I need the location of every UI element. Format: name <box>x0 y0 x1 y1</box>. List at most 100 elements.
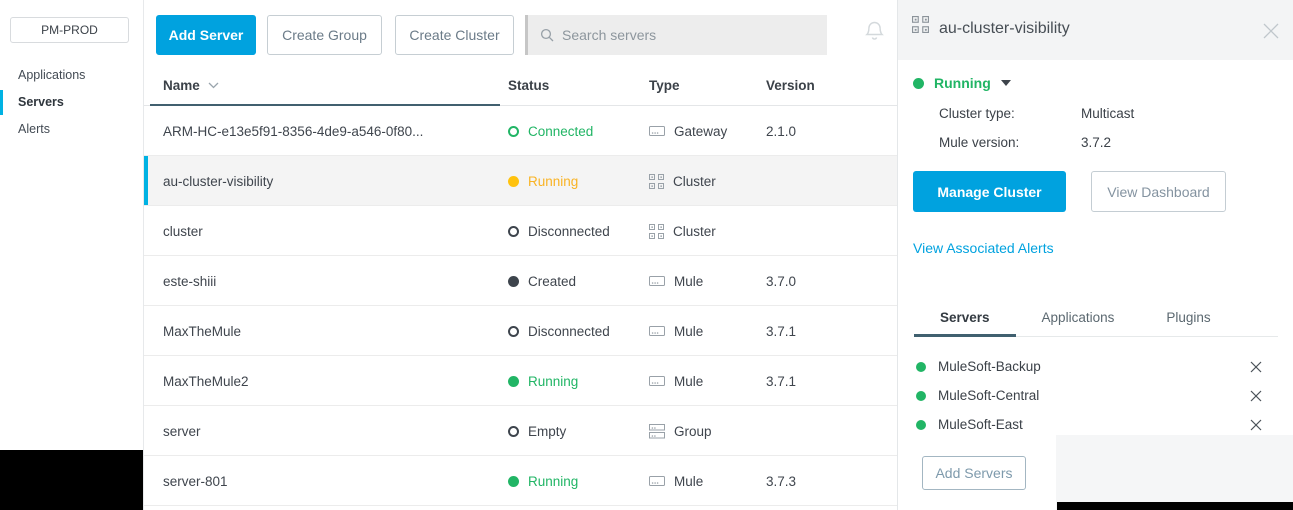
screenshot-void <box>1057 502 1293 510</box>
table-row[interactable]: este-shiii Created Mule 3.7.0 <box>144 256 897 306</box>
table-row[interactable]: server Empty Group <box>144 406 897 456</box>
server-type: Mule <box>649 356 703 406</box>
panel-close-button[interactable] <box>1263 23 1281 41</box>
create-cluster-button[interactable]: Create Cluster <box>395 15 514 55</box>
server-type: Gateway <box>649 106 727 156</box>
table-row[interactable]: MaxTheMule Disconnected Mule 3.7.1 <box>144 306 897 356</box>
close-icon <box>1263 23 1279 39</box>
remove-server-button[interactable] <box>1250 418 1264 432</box>
column-header-name[interactable]: Name <box>163 78 219 93</box>
sidebar: PM-PROD Applications Servers Alerts <box>0 0 144 510</box>
column-header-version[interactable]: Version <box>766 78 815 93</box>
tab-servers[interactable]: Servers <box>914 303 1016 337</box>
notifications-bell-button[interactable] <box>864 20 888 46</box>
mule-icon <box>649 325 665 338</box>
sidebar-item-alerts[interactable]: Alerts <box>0 116 143 143</box>
server-version: 2.1.0 <box>766 123 797 139</box>
status-dropdown[interactable]: Running <box>913 75 1011 91</box>
panel-tabs: Servers Applications Plugins <box>914 303 1278 337</box>
cluster-icon <box>649 173 664 189</box>
status-dot-icon <box>916 419 926 430</box>
view-associated-alerts-link[interactable]: View Associated Alerts <box>913 240 1054 256</box>
detail-row: Cluster type: Multicast <box>939 99 1269 128</box>
search-icon <box>540 28 554 42</box>
create-group-button[interactable]: Create Group <box>267 15 382 55</box>
server-name: au-cluster-visibility <box>163 173 274 189</box>
tab-applications[interactable]: Applications <box>1016 303 1141 337</box>
server-status: Running <box>508 156 578 206</box>
panel-server-name: MuleSoft-East <box>938 417 1023 432</box>
table-row[interactable]: MaxTheMule2 Running Mule 3.7.1 <box>144 356 897 406</box>
status-dot-icon <box>508 425 519 437</box>
column-label: Type <box>649 78 680 93</box>
environment-label: PM-PROD <box>41 23 98 37</box>
group-icon <box>649 423 665 439</box>
status-label: Empty <box>528 423 567 439</box>
cluster-icon <box>649 223 664 239</box>
sidebar-nav: Applications Servers Alerts <box>0 62 143 143</box>
view-dashboard-button[interactable]: View Dashboard <box>1091 171 1226 212</box>
status-dot-icon <box>508 375 519 387</box>
tab-plugins[interactable]: Plugins <box>1140 303 1236 337</box>
server-type: Group <box>649 406 712 456</box>
manage-cluster-button[interactable]: Manage Cluster <box>913 171 1066 212</box>
server-version: 3.7.1 <box>766 373 797 389</box>
type-label: Mule <box>674 323 704 339</box>
status-dot-icon <box>913 77 924 89</box>
mule-icon <box>649 375 665 388</box>
server-name: server <box>163 423 201 439</box>
server-name: server-801 <box>163 473 228 489</box>
type-label: Mule <box>674 373 704 389</box>
server-name: MaxTheMule <box>163 323 242 339</box>
column-header-status[interactable]: Status <box>508 78 549 93</box>
cluster-details: Cluster type: Multicast Mule version: 3.7.2 <box>939 99 1269 157</box>
server-status: Running <box>508 356 578 406</box>
sidebar-item-applications[interactable]: Applications <box>0 62 143 89</box>
search-box <box>525 15 827 55</box>
status-label: Connected <box>528 123 594 139</box>
server-status: Created <box>508 256 576 306</box>
server-version: 3.7.0 <box>766 273 797 289</box>
status-dot-icon <box>916 390 926 401</box>
server-name: cluster <box>163 223 203 239</box>
sidebar-item-servers[interactable]: Servers <box>0 89 143 116</box>
panel-header: au-cluster-visibility <box>898 0 1293 60</box>
type-label: Gateway <box>674 123 728 139</box>
gateway-icon <box>649 125 665 138</box>
panel-server-row: MuleSoft-Central <box>916 381 1278 410</box>
mule-icon <box>649 475 665 488</box>
type-label: Cluster <box>673 173 716 189</box>
status-label: Running <box>528 473 579 489</box>
column-header-type[interactable]: Type <box>649 78 680 93</box>
cluster-icon <box>912 16 929 38</box>
status-dot-icon <box>508 225 519 237</box>
panel-background-area <box>1056 435 1293 510</box>
server-status: Running <box>508 456 578 506</box>
column-label: Version <box>766 78 815 93</box>
server-name: MaxTheMule2 <box>163 373 249 389</box>
mule-icon <box>649 275 665 288</box>
add-servers-button[interactable]: Add Servers <box>922 456 1026 490</box>
table-row[interactable]: ARM-HC-e13e5f91-8356-4de9-a546-0f80... Co… <box>144 106 897 156</box>
type-label: Mule <box>674 473 704 489</box>
detail-row: Mule version: 3.7.2 <box>939 128 1269 157</box>
status-label: Running <box>934 75 991 91</box>
caret-down-icon <box>1000 80 1011 86</box>
environment-selector[interactable]: PM-PROD <box>10 17 129 43</box>
column-label: Status <box>508 78 550 93</box>
server-type: Mule <box>649 456 703 506</box>
status-label: Running <box>528 373 579 389</box>
remove-server-button[interactable] <box>1250 389 1264 403</box>
status-dot-icon <box>508 475 519 487</box>
remove-server-button[interactable] <box>1250 360 1264 374</box>
status-dot-icon <box>916 361 926 372</box>
search-input[interactable] <box>562 27 812 43</box>
table-row[interactable]: server-801 Running Mule 3.7.3 <box>144 456 897 506</box>
type-label: Cluster <box>673 223 716 239</box>
detail-value: 3.7.2 <box>1081 135 1112 150</box>
table-row[interactable]: cluster Disconnected Cluster <box>144 206 897 256</box>
servers-table: ARM-HC-e13e5f91-8356-4de9-a546-0f80... Co… <box>144 106 897 506</box>
add-server-button[interactable]: Add Server <box>156 15 256 55</box>
panel-server-name: MuleSoft-Backup <box>938 359 1041 374</box>
table-row[interactable]: au-cluster-visibility Running Cluster <box>144 156 897 206</box>
